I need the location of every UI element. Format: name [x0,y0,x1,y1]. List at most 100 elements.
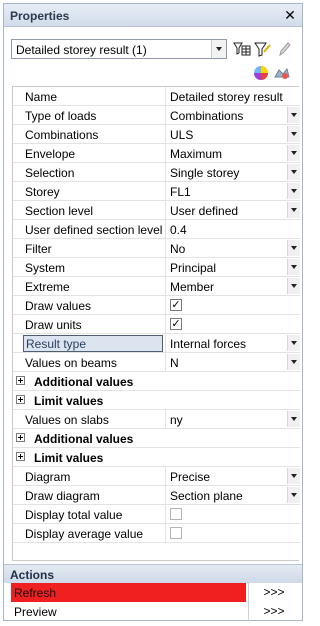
actions-title: Actions [10,568,55,582]
display-total-value-checkbox[interactable] [170,508,182,520]
chevron-down-icon[interactable] [287,145,300,161]
group-additional-values-slabs[interactable]: Additional values [13,429,300,448]
prop-row-envelope: Envelope Maximum [13,144,300,163]
expand-icon[interactable] [16,376,25,385]
prop-value: 0.4 [170,223,187,237]
prop-value-select[interactable]: Internal forces [165,334,300,353]
chevron-down-icon[interactable] [287,183,300,199]
prop-value-cell: ✓ [165,296,300,315]
prop-value-select[interactable]: FL1 [165,182,300,201]
chevron-down-icon[interactable] [287,259,300,275]
property-grid: Name Detailed storey result Type of load… [12,86,300,561]
prop-label: Values on beams [25,356,117,370]
chevron-down-icon[interactable] [287,278,300,294]
expand-icon[interactable] [16,433,25,442]
action-preview[interactable]: Preview >>> [11,602,299,621]
chevron-down-icon[interactable] [287,411,300,427]
prop-row-extreme: Extreme Member [13,277,300,296]
prop-value-select[interactable]: Member [165,277,300,296]
prop-row-system: System Principal [13,258,300,277]
prop-row-draw-diagram: Draw diagram Section plane [13,486,300,505]
prop-row-storey: Storey FL1 [13,182,300,201]
properties-panel: Properties ✕ Detailed storey result (1) … [3,3,303,621]
prop-value-select[interactable]: Principal [165,258,300,277]
prop-value-field[interactable]: Detailed storey result [165,87,300,106]
chevron-down-icon[interactable] [287,335,300,351]
prop-value-select[interactable]: Section plane [165,486,300,505]
prop-row-values-on-beams: Values on beams N [13,353,300,372]
prop-row-diagram: Diagram Precise [13,467,300,486]
object-selector-value: Detailed storey result (1) [16,43,147,57]
chevron-down-icon[interactable] [287,202,300,218]
prop-label: Type of loads [25,109,97,123]
group-limit-values-beams[interactable]: Limit values [13,391,300,410]
expand-icon[interactable] [16,395,25,404]
prop-value-select[interactable]: No [165,239,300,258]
select-model-icon[interactable] [273,64,291,82]
prop-label: Display total value [25,508,123,522]
prop-row-selection: Selection Single storey [13,163,300,182]
prop-label: Selection [25,166,75,180]
chevron-down-icon[interactable] [287,107,300,123]
prop-label: Diagram [25,470,71,484]
expand-icon[interactable] [16,452,25,461]
filter-icon[interactable] [253,40,271,58]
chevron-down-icon[interactable] [287,164,300,180]
prop-value-select[interactable]: ny [165,410,300,429]
prop-value-select[interactable]: Single storey [165,163,300,182]
pencil-icon[interactable] [275,40,293,58]
prop-label: User defined section level [25,223,163,237]
panel-titlebar: Properties ✕ [4,4,302,27]
prop-value-select[interactable]: Combinations [165,106,300,125]
prop-row-values-on-slabs: Values on slabs ny [13,410,300,429]
prop-value: Member [170,280,215,294]
prop-label: Draw diagram [25,489,100,503]
prop-value-select[interactable]: Precise [165,467,300,486]
prop-value: User defined [170,204,239,218]
preview-button[interactable]: >>> [248,602,299,621]
prop-label: System [25,261,66,275]
chevron-down-icon[interactable] [211,40,226,58]
filter-table-icon[interactable] [233,40,251,58]
chevron-down-icon[interactable] [287,126,300,142]
prop-value-select[interactable]: N [165,353,300,372]
prop-value-select[interactable]: User defined [165,201,300,220]
refresh-button[interactable]: >>> [248,583,299,602]
prop-value-cell [165,524,300,543]
prop-row-filter: Filter No [13,239,300,258]
prop-label: Display average value [25,527,144,541]
prop-label: Name [25,90,58,104]
draw-values-checkbox[interactable]: ✓ [170,299,182,311]
prop-row-display-total-value: Display total value [13,505,300,524]
prop-label: Section level [25,204,94,218]
prop-row-type-of-loads: Type of loads Combinations [13,106,300,125]
prop-value: Detailed storey result [170,90,283,104]
group-label: Limit values [34,451,104,465]
prop-value-field[interactable]: 0.4 [165,220,300,239]
action-label: Refresh [11,583,246,602]
close-icon[interactable]: ✕ [282,6,298,24]
draw-units-checkbox[interactable]: ✓ [170,318,182,330]
color-palette-icon[interactable] [252,64,270,82]
chevron-down-icon[interactable] [287,240,300,256]
chevron-down-icon[interactable] [287,468,300,484]
group-additional-values-beams[interactable]: Additional values [13,372,300,391]
prop-value: Maximum [170,147,223,161]
display-average-value-checkbox[interactable] [170,527,182,539]
object-selector[interactable]: Detailed storey result (1) [11,39,227,59]
action-refresh[interactable]: Refresh >>> [11,583,299,602]
prop-value-select[interactable]: Maximum [165,144,300,163]
prop-label: Storey [25,185,60,199]
chevron-down-icon[interactable] [287,354,300,370]
prop-label: Combinations [25,128,99,142]
group-limit-values-slabs[interactable]: Limit values [13,448,300,467]
chevron-down-icon[interactable] [287,487,300,503]
prop-row-result-type[interactable]: Result type Internal forces [13,334,300,353]
action-label: Preview [14,605,57,619]
prop-value: Single storey [170,166,240,180]
prop-label: Values on slabs [25,413,109,427]
prop-value: FL1 [170,185,191,199]
prop-row-display-average-value: Display average value [13,524,300,543]
prop-value-select[interactable]: ULS [165,125,300,144]
prop-label: Extreme [25,280,70,294]
